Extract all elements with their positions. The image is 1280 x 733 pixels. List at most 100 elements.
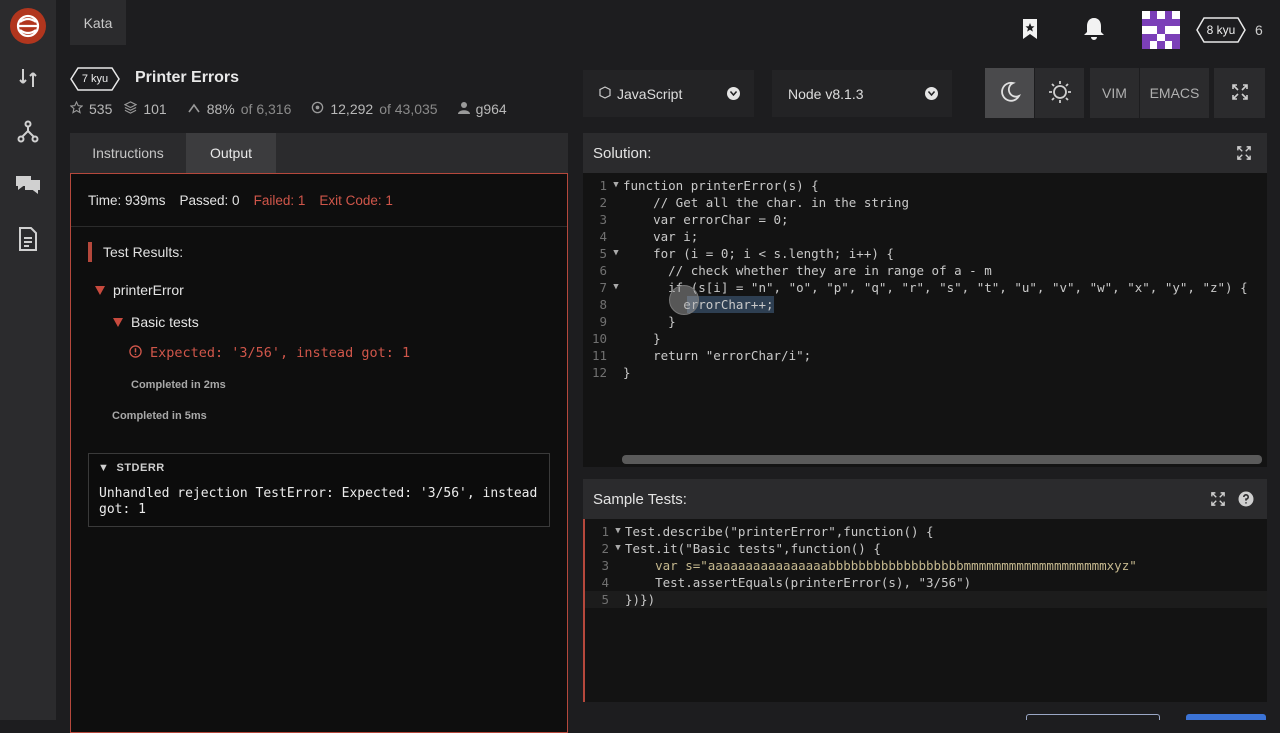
bookmark-icon[interactable] — [1018, 17, 1042, 41]
satisfaction-stat: 88% of 6,316 — [187, 101, 292, 117]
mouse-cursor — [669, 285, 699, 315]
tab-instructions-label: Instructions — [92, 145, 164, 161]
code-line: 10 } — [591, 331, 661, 346]
submit-button[interactable] — [1186, 714, 1266, 720]
language-value: JavaScript — [617, 85, 683, 102]
test-results-heading: Test Results: — [88, 242, 183, 262]
author-stat[interactable]: g964 — [457, 101, 507, 117]
passed-stat: Passed: 0 — [179, 192, 240, 208]
instructions-output-tabs: Instructions Output — [70, 133, 568, 173]
fullscreen-icon — [1231, 83, 1248, 103]
satisfaction-rate: 88% — [206, 101, 235, 117]
star-icon — [69, 100, 84, 117]
stderr-box: ▼ STDERR Unhandled rejection TestError: … — [88, 453, 550, 527]
horizontal-scrollbar[interactable] — [622, 455, 1262, 464]
vim-mode-button[interactable]: VIM — [1090, 68, 1139, 118]
code-line: 1 ▼ Test.describe("printerError",function(… — [601, 524, 934, 539]
collections-count: 101 — [143, 101, 167, 117]
reset-button[interactable] — [1026, 714, 1160, 720]
kata-stats: 535 101 88% of 6,316 12,292 of 43,035 g9… — [69, 100, 507, 117]
sample-tests-code[interactable]: 1 ▼ Test.describe("printerError",function(… — [585, 523, 1267, 608]
sample-tests-title: Sample Tests: — [593, 490, 687, 508]
error-icon — [129, 345, 142, 361]
avatar[interactable] — [1142, 11, 1180, 49]
stderr-text: Unhandled rejection TestError: Expected:… — [99, 486, 538, 517]
language-select[interactable]: JavaScript — [583, 70, 754, 117]
completed-count: 12,292 — [330, 101, 374, 117]
sun-icon — [1048, 80, 1072, 107]
sample-tests-editor[interactable]: 1 ▼ Test.describe("printerError",function(… — [583, 519, 1267, 702]
discuss-icon[interactable] — [14, 170, 42, 198]
satisfaction-votes: of 6,316 — [240, 101, 292, 117]
suite-row[interactable]: printerError — [95, 282, 184, 298]
codewars-logo[interactable] — [10, 8, 46, 44]
failed-stat: Failed: 1 — [253, 192, 306, 208]
kata-header: 7 kyu Printer Errors 535 101 88% of 6,31… — [69, 65, 570, 125]
code-line: 12} — [591, 365, 631, 380]
code-line: 4 var i; — [599, 229, 699, 244]
solution-code[interactable]: 1 ▼ function printerError(s) { 2 // Get al… — [583, 177, 1267, 381]
target-icon — [311, 101, 324, 117]
attempted-count: of 43,035 — [379, 101, 438, 117]
vim-label: VIM — [1102, 85, 1127, 101]
fullscreen-icon[interactable] — [1237, 146, 1251, 160]
sample-tests-header: Sample Tests: — [583, 479, 1267, 519]
caret-down-icon — [95, 285, 105, 295]
tab-instructions[interactable]: Instructions — [70, 133, 186, 173]
code-line: 1 ▼ function printerError(s) { — [599, 178, 819, 193]
stderr-heading[interactable]: ▼ STDERR — [98, 462, 165, 474]
user-rank-badge[interactable]: 8 kyu — [1196, 17, 1246, 43]
output-panel: Time: 939ms Passed: 0 Failed: 1 Exit Cod… — [70, 173, 568, 733]
suite-name: printerError — [113, 282, 184, 298]
satisfaction-icon — [187, 101, 201, 117]
chevron-down-icon — [925, 87, 938, 100]
top-bar: Kata 8 kyu 6 — [56, 0, 1280, 49]
user-rank-text: 8 kyu — [1206, 23, 1236, 37]
fullscreen-button[interactable] — [1214, 68, 1265, 118]
solution-title: Solution: — [593, 144, 652, 162]
fullscreen-icon[interactable] — [1211, 492, 1225, 506]
bell-icon[interactable] — [1082, 16, 1106, 40]
emacs-mode-button[interactable]: EMACS — [1140, 68, 1209, 118]
kata-nav-label: Kata — [83, 14, 113, 31]
kata-rank-badge: 7 kyu — [70, 67, 120, 91]
tab-output[interactable]: Output — [186, 133, 276, 173]
error-text: Expected: '3/56', instead got: 1 — [150, 345, 411, 361]
code-line: 5})}) — [585, 591, 1267, 608]
completed-inner: Completed in 2ms — [131, 379, 226, 391]
collection-icon — [124, 101, 138, 117]
solution-header: Solution: — [583, 133, 1267, 173]
kata-nav-tab[interactable]: Kata — [70, 0, 126, 45]
user-icon — [457, 101, 470, 117]
code-line: 11 return "errorChar/i"; — [591, 348, 812, 363]
tab-output-label: Output — [209, 145, 253, 161]
kata-title[interactable]: Printer Errors — [135, 69, 239, 87]
stars-stat[interactable]: 535 101 — [69, 100, 167, 117]
honor-count: 6 — [1255, 22, 1263, 38]
code-line: 6 // check whether they are in range of … — [599, 263, 992, 278]
light-theme-button[interactable] — [1035, 68, 1084, 118]
code-line: 4 Test.assertEquals(printerError(s), "3/… — [601, 575, 972, 590]
version-value: Node v8.1.3 — [788, 85, 864, 102]
author-name: g964 — [475, 101, 507, 117]
code-line: 5 ▼ for (i = 0; i < s.length; i++) { — [599, 246, 894, 261]
moon-icon — [999, 81, 1021, 106]
failure-message: Expected: '3/56', instead got: 1 — [129, 345, 410, 361]
practice-icon[interactable] — [14, 64, 42, 92]
solution-editor[interactable]: 1 ▼ function printerError(s) { 2 // Get al… — [583, 173, 1267, 467]
side-nav — [0, 0, 56, 720]
emacs-label: EMACS — [1149, 85, 1200, 101]
dark-theme-button[interactable] — [985, 68, 1034, 118]
caret-down-icon — [113, 317, 123, 327]
subsuite-row[interactable]: Basic tests — [113, 314, 199, 330]
version-select[interactable]: Node v8.1.3 — [772, 70, 952, 117]
code-line: 2 ▼ Test.it("Basic tests",function() { — [601, 541, 881, 556]
time-stat: Time: 939ms — [88, 192, 166, 208]
help-icon[interactable] — [1238, 491, 1254, 507]
code-line: 3 var s="aaaaaaaaaaaaaaaabbbbbbbbbbbbbbb… — [601, 558, 1137, 573]
stars-count: 535 — [89, 101, 113, 117]
fork-icon[interactable] — [14, 117, 42, 145]
docs-icon[interactable] — [14, 225, 42, 253]
language-icon — [599, 85, 611, 102]
code-line: 9 } — [599, 314, 676, 329]
